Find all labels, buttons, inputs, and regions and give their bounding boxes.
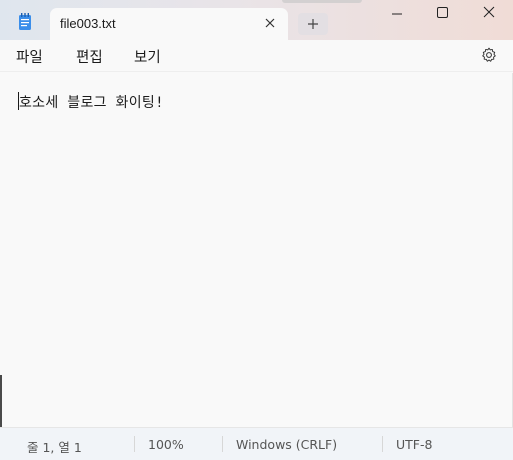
close-window-icon[interactable] <box>466 0 512 30</box>
close-tab-icon[interactable] <box>262 15 278 31</box>
status-bar: 줄 1, 열 1 100% Windows (CRLF) UTF-8 <box>0 427 513 460</box>
new-tab-button[interactable] <box>298 13 328 35</box>
plus-icon <box>308 19 318 29</box>
menu-bar: 파일 편집 보기 <box>0 40 513 72</box>
editor-content: 호소세 블로그 화이팅! <box>19 95 164 111</box>
document-tab[interactable]: file003.txt <box>50 8 288 41</box>
menu-file[interactable]: 파일 <box>16 46 43 67</box>
settings-gear-icon[interactable] <box>480 46 498 64</box>
line-ending: Windows (CRLF) <box>236 437 338 452</box>
title-bar: file003.txt <box>0 0 513 41</box>
zoom-level: 100% <box>148 437 184 452</box>
status-separator <box>222 436 223 452</box>
status-separator <box>382 436 383 452</box>
text-editor[interactable]: 호소세 블로그 화이팅! <box>0 73 513 427</box>
title-bar-shadow <box>282 0 362 3</box>
maximize-icon[interactable] <box>420 0 466 30</box>
minimize-icon[interactable] <box>374 0 420 30</box>
menu-edit[interactable]: 편집 <box>76 46 103 67</box>
encoding: UTF-8 <box>396 437 433 452</box>
notepad-app-icon <box>19 13 31 30</box>
tab-title: file003.txt <box>60 16 116 31</box>
menu-view[interactable]: 보기 <box>134 46 161 67</box>
cursor-position: 줄 1, 열 1 <box>27 440 82 455</box>
status-separator <box>134 436 135 452</box>
